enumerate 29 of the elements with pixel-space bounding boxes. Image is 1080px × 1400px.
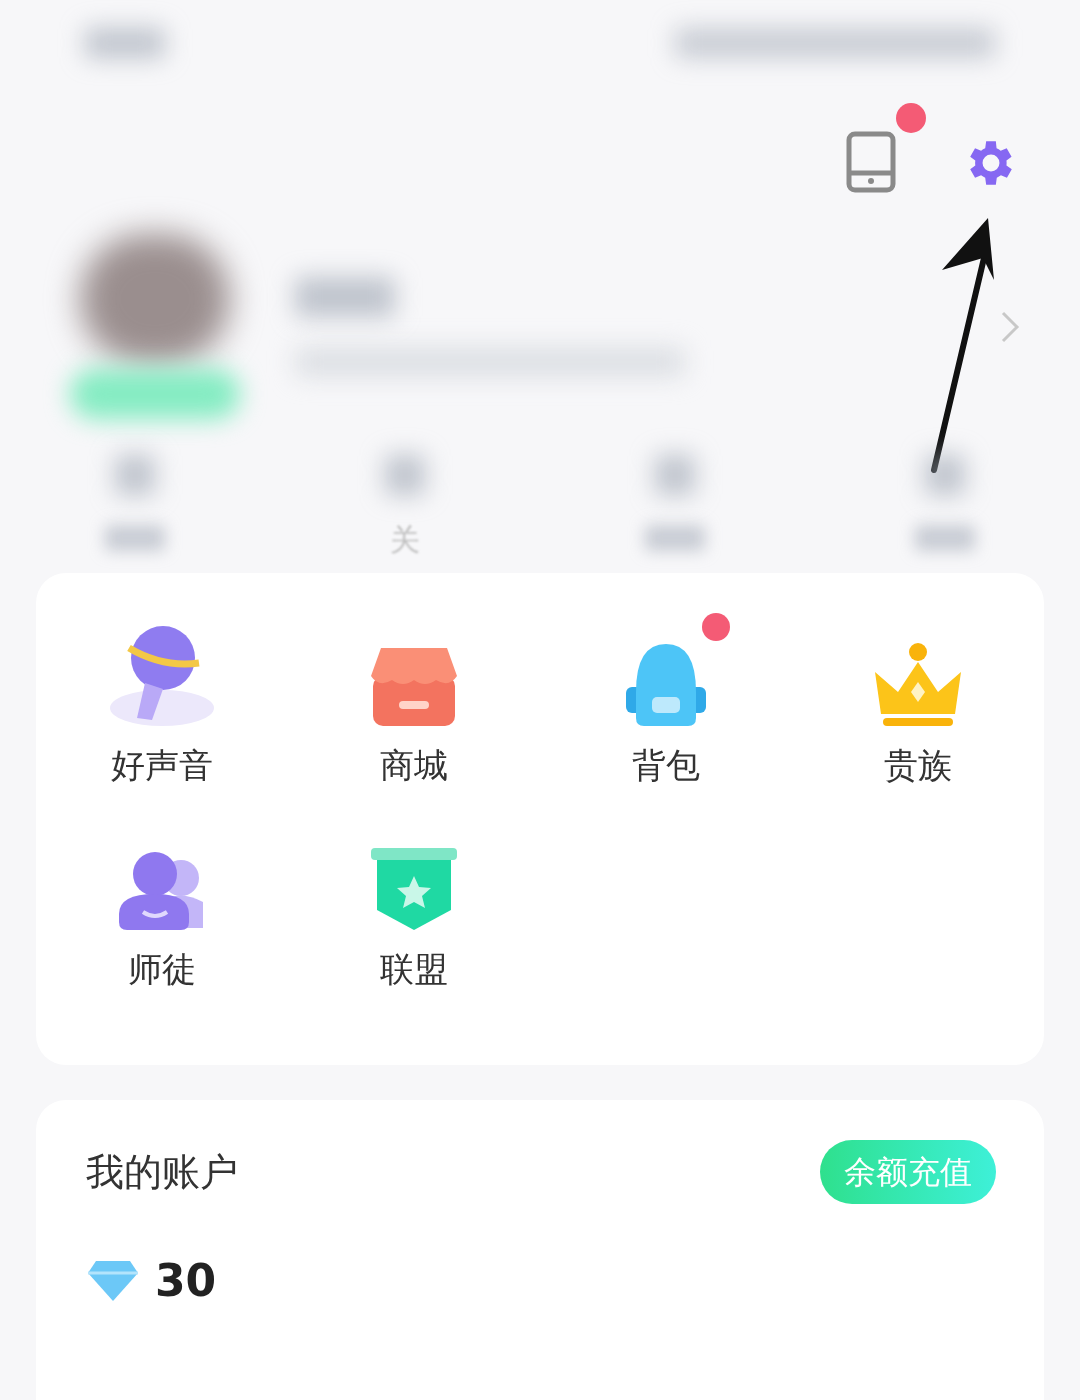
feature-item[interactable]: 师徒 bbox=[36, 792, 288, 986]
shop-icon bbox=[369, 646, 459, 728]
blurred-stat-value bbox=[385, 454, 425, 495]
crown-icon bbox=[873, 642, 963, 728]
shield-badge-icon bbox=[369, 846, 459, 932]
diamond-balance: 30 bbox=[155, 1259, 217, 1303]
blurred-stat-label bbox=[645, 524, 705, 551]
backpack-icon bbox=[624, 642, 708, 728]
blurred-stat-label bbox=[105, 524, 165, 551]
feature-label: 师徒 bbox=[128, 952, 196, 986]
diamond-icon bbox=[86, 1259, 140, 1303]
feature-label: 背包 bbox=[632, 748, 700, 782]
blurred-stat-value bbox=[655, 454, 695, 495]
feature-item[interactable]: 背包 bbox=[540, 588, 792, 782]
feature-item[interactable]: 联盟 bbox=[288, 792, 540, 986]
feature-item[interactable]: 好声音 bbox=[36, 588, 288, 782]
feature-label: 好声音 bbox=[111, 748, 213, 782]
feature-label: 商城 bbox=[380, 748, 448, 782]
feature-item[interactable]: 商城 bbox=[288, 588, 540, 782]
feature-label: 联盟 bbox=[380, 952, 448, 986]
blurred-stat-value bbox=[925, 454, 965, 495]
blurred-avatar[interactable] bbox=[80, 234, 230, 365]
microphone-icon bbox=[107, 623, 217, 728]
blurred-stat-value bbox=[115, 454, 155, 495]
feature-item[interactable]: 贵族 bbox=[792, 588, 1044, 782]
account-title: 我的账户 bbox=[86, 1153, 238, 1191]
blurred-stat-label bbox=[915, 524, 975, 551]
feature-label: 贵族 bbox=[884, 748, 952, 782]
tablet-icon[interactable] bbox=[846, 131, 896, 194]
